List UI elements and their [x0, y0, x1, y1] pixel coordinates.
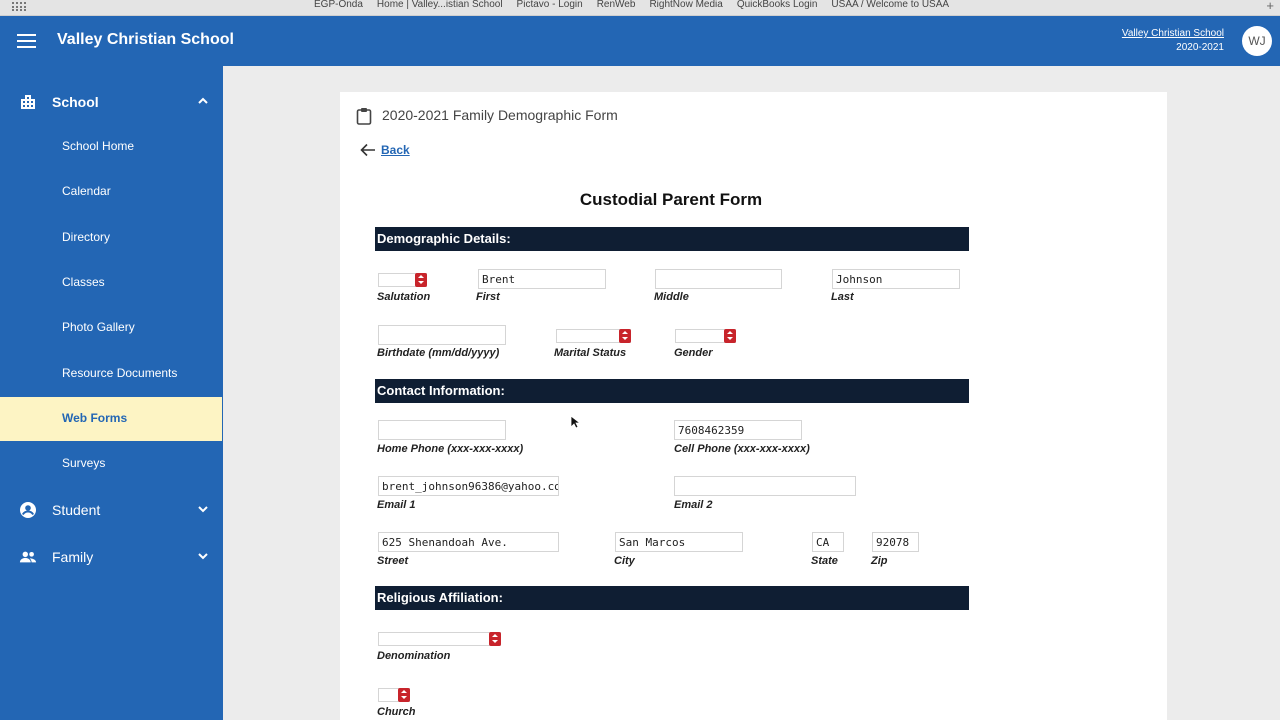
church-label: Church	[377, 706, 416, 718]
section-demographic-details: Demographic Details:	[375, 227, 969, 251]
state-input[interactable]: CA	[812, 532, 844, 552]
email1-label: Email 1	[377, 499, 416, 511]
clipboard-icon	[356, 108, 372, 125]
street-input[interactable]: 625 Shenandoah Ave.	[378, 532, 559, 552]
bookmark-rightnow-media[interactable]: RightNow Media	[649, 0, 722, 10]
app-header: Valley Christian School Valley Christian…	[0, 16, 1280, 66]
marital-status-select[interactable]	[556, 329, 631, 343]
salutation-select[interactable]	[378, 273, 427, 287]
sidebar-item-directory[interactable]: Directory	[0, 216, 222, 260]
bookmark-egp-onda[interactable]: EGP-Onda	[314, 0, 363, 10]
sidebar-section-school[interactable]: School	[0, 87, 223, 117]
sidebar-item-school-home[interactable]: School Home	[0, 125, 222, 169]
bookmark-usaa[interactable]: USAA / Welcome to USAA	[831, 0, 949, 10]
sidebar-item-label: Photo Gallery	[62, 320, 135, 334]
chevron-up-icon	[198, 97, 208, 104]
sidebar-item-resource-documents[interactable]: Resource Documents	[0, 352, 222, 396]
building-icon	[21, 95, 35, 109]
sidebar-item-label: Resource Documents	[62, 366, 178, 380]
app-title: Valley Christian School	[57, 31, 234, 48]
sidebar-item-label: Surveys	[62, 456, 106, 470]
add-bookmark-icon[interactable]: +	[1266, 0, 1274, 13]
chevron-down-icon	[198, 506, 208, 513]
church-select[interactable]	[378, 688, 410, 702]
bookmark-valley-home[interactable]: Home | Valley...istian School	[377, 0, 503, 10]
birthdate-label: Birthdate (mm/dd/yyyy)	[377, 347, 500, 359]
birthdate-input[interactable]	[378, 325, 506, 345]
bookmarks-bar: EGP-Onda Home | Valley...istian School P…	[0, 0, 1280, 16]
state-label: State	[811, 555, 838, 567]
school-switcher[interactable]: Valley Christian School 2020-2021	[1122, 27, 1224, 55]
section-contact-information: Contact Information:	[375, 379, 969, 403]
back-label[interactable]: Back	[381, 143, 410, 157]
sidebar-item-photo-gallery[interactable]: Photo Gallery	[0, 306, 222, 350]
email2-label: Email 2	[674, 499, 713, 511]
email1-input[interactable]: brent_johnson96386@yahoo.cor	[378, 476, 559, 496]
bookmark-pictavo[interactable]: Pictavo - Login	[517, 0, 583, 10]
marital-status-label: Marital Status	[554, 347, 627, 359]
cell-phone-label: Cell Phone (xxx-xxx-xxxx)	[674, 443, 810, 455]
sidebar-item-label: Web Forms	[62, 411, 128, 425]
bookmark-quickbooks[interactable]: QuickBooks Login	[737, 0, 818, 10]
last-name-input[interactable]: Johnson	[832, 269, 960, 289]
zip-label: Zip	[871, 555, 888, 567]
middle-name-input[interactable]	[655, 269, 782, 289]
school-name-link[interactable]: Valley Christian School	[1122, 27, 1224, 41]
menu-icon[interactable]	[17, 34, 36, 48]
street-label: Street	[377, 555, 409, 567]
apps-grid-icon[interactable]	[12, 2, 26, 12]
sidebar-item-label: Directory	[62, 230, 111, 244]
chevron-down-icon	[198, 553, 208, 560]
sidebar-section-school-label: School	[52, 94, 99, 110]
arrow-left-icon	[360, 143, 375, 157]
gender-label: Gender	[674, 347, 713, 359]
sidebar-section-student-label: Student	[52, 502, 101, 518]
select-arrows-icon	[398, 688, 410, 702]
sidebar-item-calendar[interactable]: Calendar	[0, 170, 222, 214]
denomination-select[interactable]	[378, 632, 501, 646]
sidebar-item-classes[interactable]: Classes	[0, 261, 222, 305]
city-input[interactable]: San Marcos	[615, 532, 743, 552]
section-religious-affiliation: Religious Affiliation:	[375, 586, 969, 610]
sidebar-item-label: Classes	[62, 275, 105, 289]
zip-input[interactable]: 92078	[872, 532, 919, 552]
select-arrows-icon	[489, 632, 501, 646]
account-circle-icon	[20, 502, 36, 518]
select-arrows-icon	[724, 329, 736, 343]
school-year: 2020-2021	[1176, 42, 1224, 53]
form-card: 2020-2021 Family Demographic Form Back C…	[340, 92, 1167, 720]
people-icon	[19, 551, 37, 563]
mouse-cursor-icon	[570, 415, 580, 429]
denomination-label: Denomination	[377, 650, 451, 662]
sidebar-item-surveys[interactable]: Surveys	[0, 442, 222, 486]
first-name-input[interactable]: Brent	[478, 269, 606, 289]
sidebar-section-student[interactable]: Student	[0, 495, 223, 525]
select-arrows-icon	[619, 329, 631, 343]
first-name-label: First	[476, 291, 500, 303]
home-phone-label: Home Phone (xxx-xxx-xxxx)	[377, 443, 524, 455]
email2-input[interactable]	[674, 476, 856, 496]
sidebar-item-label: School Home	[62, 139, 135, 153]
city-label: City	[614, 555, 635, 567]
home-phone-input[interactable]	[378, 420, 506, 440]
middle-name-label: Middle	[654, 291, 689, 303]
sidebar-item-label: Calendar	[62, 184, 111, 198]
select-arrows-icon	[415, 273, 427, 287]
sidebar-item-web-forms[interactable]: Web Forms	[0, 397, 222, 441]
form-title: Custodial Parent Form	[579, 190, 763, 209]
card-title: 2020-2021 Family Demographic Form	[382, 107, 618, 123]
cell-phone-input[interactable]: 7608462359	[674, 420, 802, 440]
last-name-label: Last	[831, 291, 854, 303]
sidebar: School School Home Calendar Directory Cl…	[0, 66, 223, 720]
avatar[interactable]: WJ	[1242, 26, 1272, 56]
gender-select[interactable]	[675, 329, 736, 343]
sidebar-section-family-label: Family	[52, 549, 94, 565]
sidebar-section-family[interactable]: Family	[0, 542, 223, 572]
salutation-label: Salutation	[377, 291, 431, 303]
bookmark-renweb[interactable]: RenWeb	[597, 0, 636, 10]
